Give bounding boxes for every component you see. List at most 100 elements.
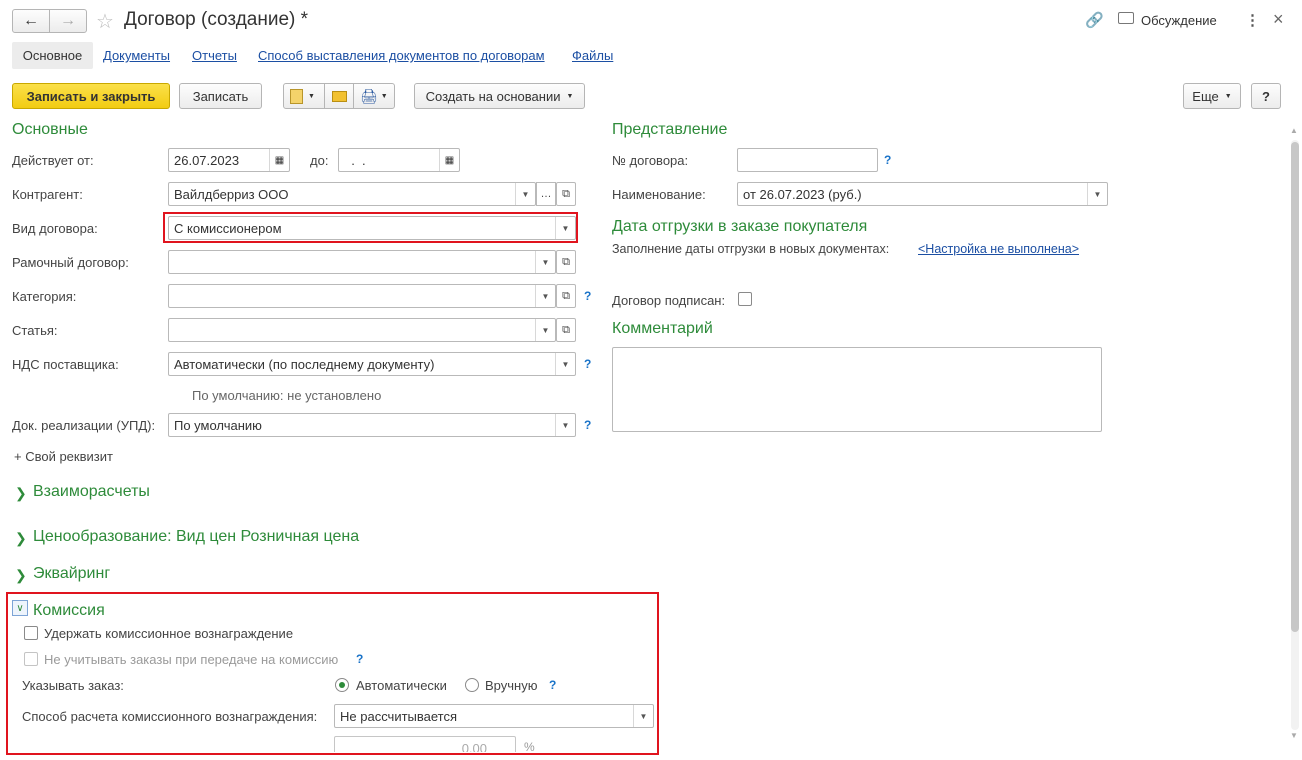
tab-files[interactable]: Файлы <box>572 48 613 63</box>
scrollbar-track[interactable] <box>1291 140 1299 730</box>
more-button[interactable]: Еще ▼ <box>1183 83 1241 109</box>
create-based-on-button[interactable]: Создать на основании ▼ <box>414 83 585 109</box>
more-menu-icon[interactable]: ⋮ <box>1245 11 1260 29</box>
doc-help-icon[interactable]: ? <box>584 418 591 432</box>
chevron-right-icon[interactable]: ❯ <box>15 530 27 547</box>
counterparty-label: Контрагент: <box>12 187 83 202</box>
scrollbar-up-arrow[interactable]: ▲ <box>1290 126 1298 135</box>
contract-number-field[interactable] <box>737 148 878 172</box>
scrollbar-thumb[interactable] <box>1291 142 1299 632</box>
hold-commission-checkbox[interactable] <box>24 626 38 640</box>
chevron-down-icon[interactable]: ▼ <box>535 319 555 341</box>
custom-attribute-link[interactable]: + Свой реквизит <box>14 449 113 464</box>
chevron-right-icon[interactable]: ❯ <box>15 567 27 584</box>
back-button[interactable]: ← <box>12 9 50 33</box>
ignore-orders-label: Не учитывать заказы при передаче на коми… <box>44 652 339 667</box>
chevron-down-icon[interactable]: ▼ <box>515 183 535 205</box>
article-open-button[interactable]: ⧉ <box>556 318 576 342</box>
help-button[interactable]: ? <box>1251 83 1281 109</box>
ignore-orders-help-icon[interactable]: ? <box>356 652 363 666</box>
discussion-button[interactable]: Обсуждение <box>1141 13 1217 28</box>
discussion-icon[interactable] <box>1118 12 1134 24</box>
save-and-close-button[interactable]: Записать и закрыть <box>12 83 170 109</box>
group-settlements[interactable]: Взаиморасчеты <box>33 483 150 501</box>
category-open-button[interactable]: ⧉ <box>556 284 576 308</box>
tab-document-delivery[interactable]: Способ выставления документов по договор… <box>258 48 545 63</box>
percent-field[interactable]: 0,00 <box>334 736 516 752</box>
order-auto-label: Автоматически <box>356 678 447 693</box>
shipment-settings-link[interactable]: <Настройка не выполнена> <box>918 242 1079 256</box>
counterparty-select-button[interactable]: … <box>536 182 556 206</box>
hold-commission-label: Удержать комиссионное вознаграждение <box>44 626 294 641</box>
more-label: Еще <box>1192 88 1219 104</box>
calendar-icon[interactable]: ▦ <box>439 149 459 171</box>
print-button[interactable]: 🖨 ▼ <box>353 83 395 109</box>
chevron-down-icon[interactable]: ▼ <box>555 414 575 436</box>
article-field[interactable]: ▼ <box>168 318 556 342</box>
report-icon <box>290 88 303 104</box>
counterparty-field[interactable]: Вайлдберриз ООО ▼ <box>168 182 536 206</box>
radio-dot <box>339 682 345 688</box>
article-label: Статья: <box>12 323 58 338</box>
order-auto-radio[interactable] <box>335 678 349 692</box>
percent-value: 0,00 <box>461 741 487 752</box>
order-manual-label: Вручную <box>485 678 538 693</box>
chevron-down-icon: ▼ <box>308 92 315 100</box>
vat-value: Автоматически (по последнему документу) <box>174 357 435 372</box>
scrollbar-down-arrow[interactable]: ▼ <box>1290 731 1298 740</box>
valid-from-label: Действует от: <box>12 153 94 168</box>
chevron-down-icon: ▼ <box>566 92 574 100</box>
vat-help-icon[interactable]: ? <box>584 357 591 371</box>
order-manual-radio[interactable] <box>465 678 479 692</box>
vat-field[interactable]: Автоматически (по последнему документу) … <box>168 352 576 376</box>
group-commission[interactable]: Комиссия <box>33 602 105 620</box>
counterparty-open-button[interactable]: ⧉ <box>556 182 576 206</box>
percent-row-clip: 0,00 % <box>8 736 648 752</box>
chevron-right-icon[interactable]: ❯ <box>15 485 27 502</box>
valid-from-field[interactable]: 26.07.2023 ▦ <box>168 148 290 172</box>
name-label: Наименование: <box>612 187 706 202</box>
order-label: Указывать заказ: <box>22 678 124 693</box>
frame-contract-open-button[interactable]: ⧉ <box>556 250 576 274</box>
doc-field[interactable]: По умолчанию ▼ <box>168 413 576 437</box>
frame-contract-label: Рамочный договор: <box>12 255 129 270</box>
counterparty-value: Вайлдберриз ООО <box>174 187 289 202</box>
chevron-down-icon[interactable]: ▼ <box>1087 183 1107 205</box>
calendar-icon[interactable]: ▦ <box>269 149 289 171</box>
valid-to-value: . . <box>344 153 366 168</box>
save-button[interactable]: Записать <box>179 83 262 109</box>
signed-checkbox[interactable] <box>738 292 752 306</box>
star-icon[interactable]: ☆ <box>96 9 114 34</box>
calc-method-value: Не рассчитывается <box>340 709 458 724</box>
close-icon[interactable]: × <box>1273 9 1284 30</box>
tab-documents[interactable]: Документы <box>103 48 170 63</box>
tab-reports[interactable]: Отчеты <box>192 48 237 63</box>
create-based-on-label: Создать на основании <box>425 88 561 104</box>
contract-type-label: Вид договора: <box>12 221 98 236</box>
forward-button[interactable]: → <box>49 9 87 33</box>
category-label: Категория: <box>12 289 77 304</box>
link-icon[interactable]: 🔗 <box>1085 11 1104 29</box>
comment-textarea[interactable] <box>612 347 1102 432</box>
frame-contract-field[interactable]: ▼ <box>168 250 556 274</box>
chevron-down-icon[interactable]: ▼ <box>535 251 555 273</box>
tab-main[interactable]: Основное <box>12 42 93 69</box>
name-field[interactable]: от 26.07.2023 (руб.) ▼ <box>737 182 1108 206</box>
chevron-down-icon[interactable]: ▼ <box>535 285 555 307</box>
category-help-icon[interactable]: ? <box>584 289 591 303</box>
order-help-icon[interactable]: ? <box>549 678 556 692</box>
group-pricing[interactable]: Ценообразование: Вид цен Розничная цена <box>33 528 359 546</box>
valid-to-field[interactable]: . . ▦ <box>338 148 460 172</box>
group-acquiring[interactable]: Эквайринг <box>33 565 110 583</box>
contract-number-label: № договора: <box>612 153 689 168</box>
chevron-down-icon[interactable]: ▼ <box>633 705 653 727</box>
category-field[interactable]: ▼ <box>168 284 556 308</box>
chevron-down-icon[interactable]: ∨ <box>12 600 28 616</box>
contract-number-help-icon[interactable]: ? <box>884 153 891 167</box>
section-comment-title: Комментарий <box>612 320 713 337</box>
attach-report-button[interactable]: ▼ <box>283 83 325 109</box>
email-button[interactable] <box>324 83 354 109</box>
calc-method-field[interactable]: Не рассчитывается ▼ <box>334 704 654 728</box>
envelope-icon <box>331 90 347 102</box>
chevron-down-icon[interactable]: ▼ <box>555 353 575 375</box>
